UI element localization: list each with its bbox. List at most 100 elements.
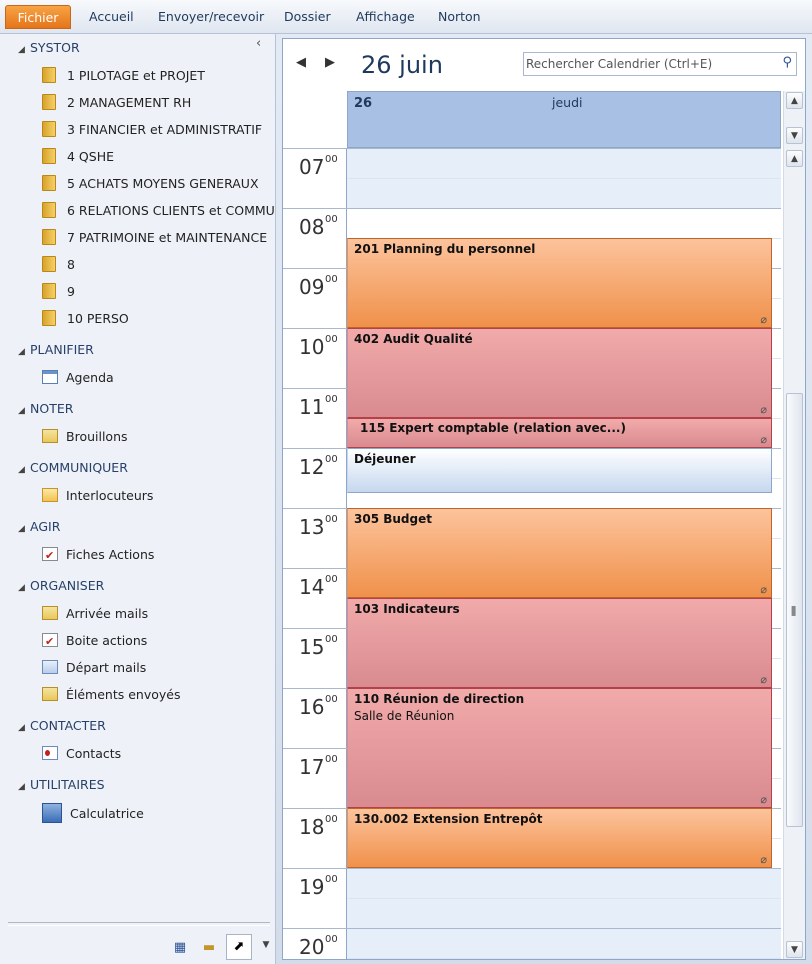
nav-item-label: Agenda [66, 370, 114, 385]
folder-icon[interactable]: ▬ [201, 940, 217, 955]
minute-value: 00 [325, 454, 338, 465]
vertical-scrollbar[interactable]: ▲ ▼ ▲ ▪ ▪ ▪ ▼ [783, 91, 805, 959]
section-header-organiser[interactable]: ◢ ORGANISER [18, 575, 268, 597]
tab-norton[interactable]: Norton [438, 5, 481, 29]
appointment[interactable]: 402 Audit Qualité ⌀ [347, 328, 772, 418]
tab-accueil[interactable]: Accueil [89, 5, 134, 29]
appointment[interactable]: 103 Indicateurs ⌀ [347, 598, 772, 688]
minute-value: 00 [325, 214, 338, 225]
time-grid[interactable]: 07 00 08 00 09 00 10 00 11 00 12 00 13 00 14 00 15 00 16 00… [283, 148, 783, 959]
expand-triangle-icon[interactable]: ◢ [18, 776, 30, 796]
search-input[interactable] [524, 53, 772, 75]
expand-triangle-icon[interactable]: ◢ [18, 400, 30, 420]
appointment[interactable]: 305 Budget ⌀ [347, 508, 772, 598]
section-header-planifier[interactable]: ◢ PLANIFIER [18, 339, 268, 361]
appointment[interactable]: 115 Expert comptable (relation avec...) ⌀ [347, 418, 772, 448]
chevron-down-icon[interactable]: ▼ [258, 940, 274, 954]
expand-triangle-icon[interactable]: ◢ [18, 459, 30, 479]
folder-item[interactable]: 6 RELATIONS CLIENTS et COMMUNICATION [42, 200, 274, 222]
section-header-agir[interactable]: ◢ AGIR [18, 516, 268, 538]
folder-item[interactable]: 4 QSHE [42, 146, 274, 168]
expand-triangle-icon[interactable]: ◢ [18, 39, 30, 59]
nav-item-depart-mails[interactable]: Départ mails [42, 657, 274, 679]
scroll-down-icon[interactable]: ▼ [786, 127, 803, 144]
calendar-pane: ◀ ▶ 26 juin ⚲ 26 jeudi 07000800090010001… [282, 38, 806, 960]
section-title: SYSTOR [30, 40, 80, 55]
expand-triangle-icon[interactable]: ◢ [18, 518, 30, 538]
folder-icon [42, 67, 56, 83]
section-header-communiquer[interactable]: ◢ COMMUNIQUER [18, 457, 268, 479]
tab-affichage[interactable]: Affichage [356, 5, 415, 29]
hour-value: 07 [299, 155, 325, 179]
time-slot[interactable] [347, 898, 781, 928]
nav-item-calculatrice[interactable]: Calculatrice [42, 801, 274, 827]
nav-splitter[interactable] [8, 922, 270, 926]
folder-item[interactable]: 9 [42, 281, 274, 303]
folder-label: 1 PILOTAGE et PROJET [67, 68, 205, 83]
day-header[interactable]: 26 jeudi [347, 91, 781, 148]
scroll-up-icon[interactable]: ▲ [786, 150, 803, 167]
folder-item[interactable]: 1 PILOTAGE et PROJET [42, 65, 274, 87]
folder-item[interactable]: 5 ACHATS MOYENS GENERAUX [42, 173, 274, 195]
nav-item-arrivee-mails[interactable]: Arrivée mails [42, 603, 274, 625]
expand-triangle-icon[interactable]: ◢ [18, 717, 30, 737]
arrow-left-icon[interactable]: ◀ [296, 55, 306, 70]
tab-envoyer-recevoir[interactable]: Envoyer/recevoir [158, 5, 264, 29]
arrow-right-icon[interactable]: ▶ [325, 55, 335, 70]
scroll-thumb[interactable]: ▪ ▪ ▪ [786, 393, 803, 827]
nav-item-contacts[interactable]: Contacts [42, 743, 274, 765]
nav-item-elements-envoyes[interactable]: Éléments envoyés [42, 684, 274, 706]
folder-icon [42, 94, 56, 110]
nav-item-label: Interlocuteurs [66, 488, 154, 503]
appointment-title: Déjeuner [354, 452, 416, 466]
search-box[interactable]: ⚲ [523, 52, 797, 76]
grip-icon: ▪ ▪ ▪ [791, 603, 797, 618]
folder-label: 7 PATRIMOINE et MAINTENANCE [67, 230, 268, 245]
appointment[interactable]: Déjeuner [347, 448, 772, 493]
hour-value: 11 [299, 395, 325, 419]
calendar-icon[interactable]: ▦ [172, 940, 188, 955]
appointment-title: 201 Planning du personnel [354, 242, 536, 256]
section-header-noter[interactable]: ◢ NOTER [18, 398, 268, 420]
nav-item-fiches-actions[interactable]: Fiches Actions [42, 544, 274, 566]
appointment[interactable]: 110 Réunion de direction Salle de Réunion… [347, 688, 772, 808]
nav-item-brouillons[interactable]: Brouillons [42, 426, 274, 448]
nav-item-label: Contacts [66, 746, 122, 761]
tab-dossier[interactable]: Dossier [284, 5, 331, 29]
nav-item-interlocuteurs[interactable]: Interlocuteurs [42, 485, 274, 507]
folder-item[interactable]: 7 PATRIMOINE et MAINTENANCE [42, 227, 274, 249]
tab-fichier[interactable]: Fichier [5, 5, 71, 29]
minute-value: 00 [325, 634, 338, 645]
expand-triangle-icon[interactable]: ◢ [18, 577, 30, 597]
time-slot[interactable] [347, 958, 781, 959]
scroll-up-icon[interactable]: ▲ [786, 92, 803, 109]
shortcut-icon[interactable]: ⬈ [226, 934, 252, 960]
appointment-title: 110 Réunion de direction [354, 692, 525, 706]
section-header-systor[interactable]: ◢ SYSTOR [18, 37, 268, 59]
expand-triangle-icon[interactable]: ◢ [18, 341, 30, 361]
section-header-contacter[interactable]: ◢ CONTACTER [18, 715, 268, 737]
section-header-utilitaires[interactable]: ◢ UTILITAIRES [18, 774, 268, 796]
scroll-down-icon[interactable]: ▼ [786, 941, 803, 958]
nav-item-agenda[interactable]: Agenda [42, 367, 274, 389]
appointment[interactable]: 201 Planning du personnel ⌀ [347, 238, 772, 328]
calculator-shortcut-icon [42, 803, 62, 823]
hour-label: 19 00 [283, 868, 347, 928]
nav-item-label: Boite actions [66, 633, 148, 648]
paperclip-icon: ⌀ [760, 853, 767, 866]
folder-item[interactable]: 3 FINANCIER et ADMINISTRATIF [42, 119, 274, 141]
time-slot[interactable] [347, 178, 781, 208]
search-icon[interactable]: ⚲ [782, 55, 792, 70]
hour-label: 10 00 [283, 328, 347, 388]
time-slot[interactable] [347, 148, 781, 178]
paperclip-icon: ⌀ [760, 433, 767, 446]
nav-item-boite-actions[interactable]: Boite actions [42, 630, 274, 652]
folder-item[interactable]: 8 [42, 254, 274, 276]
folder-icon [42, 121, 56, 137]
time-slot[interactable] [347, 928, 781, 958]
appointment[interactable]: 130.002 Extension Entrepôt ⌀ [347, 808, 772, 868]
time-slot[interactable] [347, 868, 781, 898]
folder-item[interactable]: 2 MANAGEMENT RH [42, 92, 274, 114]
folder-item[interactable]: 10 PERSO [42, 308, 274, 330]
time-slot[interactable] [347, 208, 781, 238]
